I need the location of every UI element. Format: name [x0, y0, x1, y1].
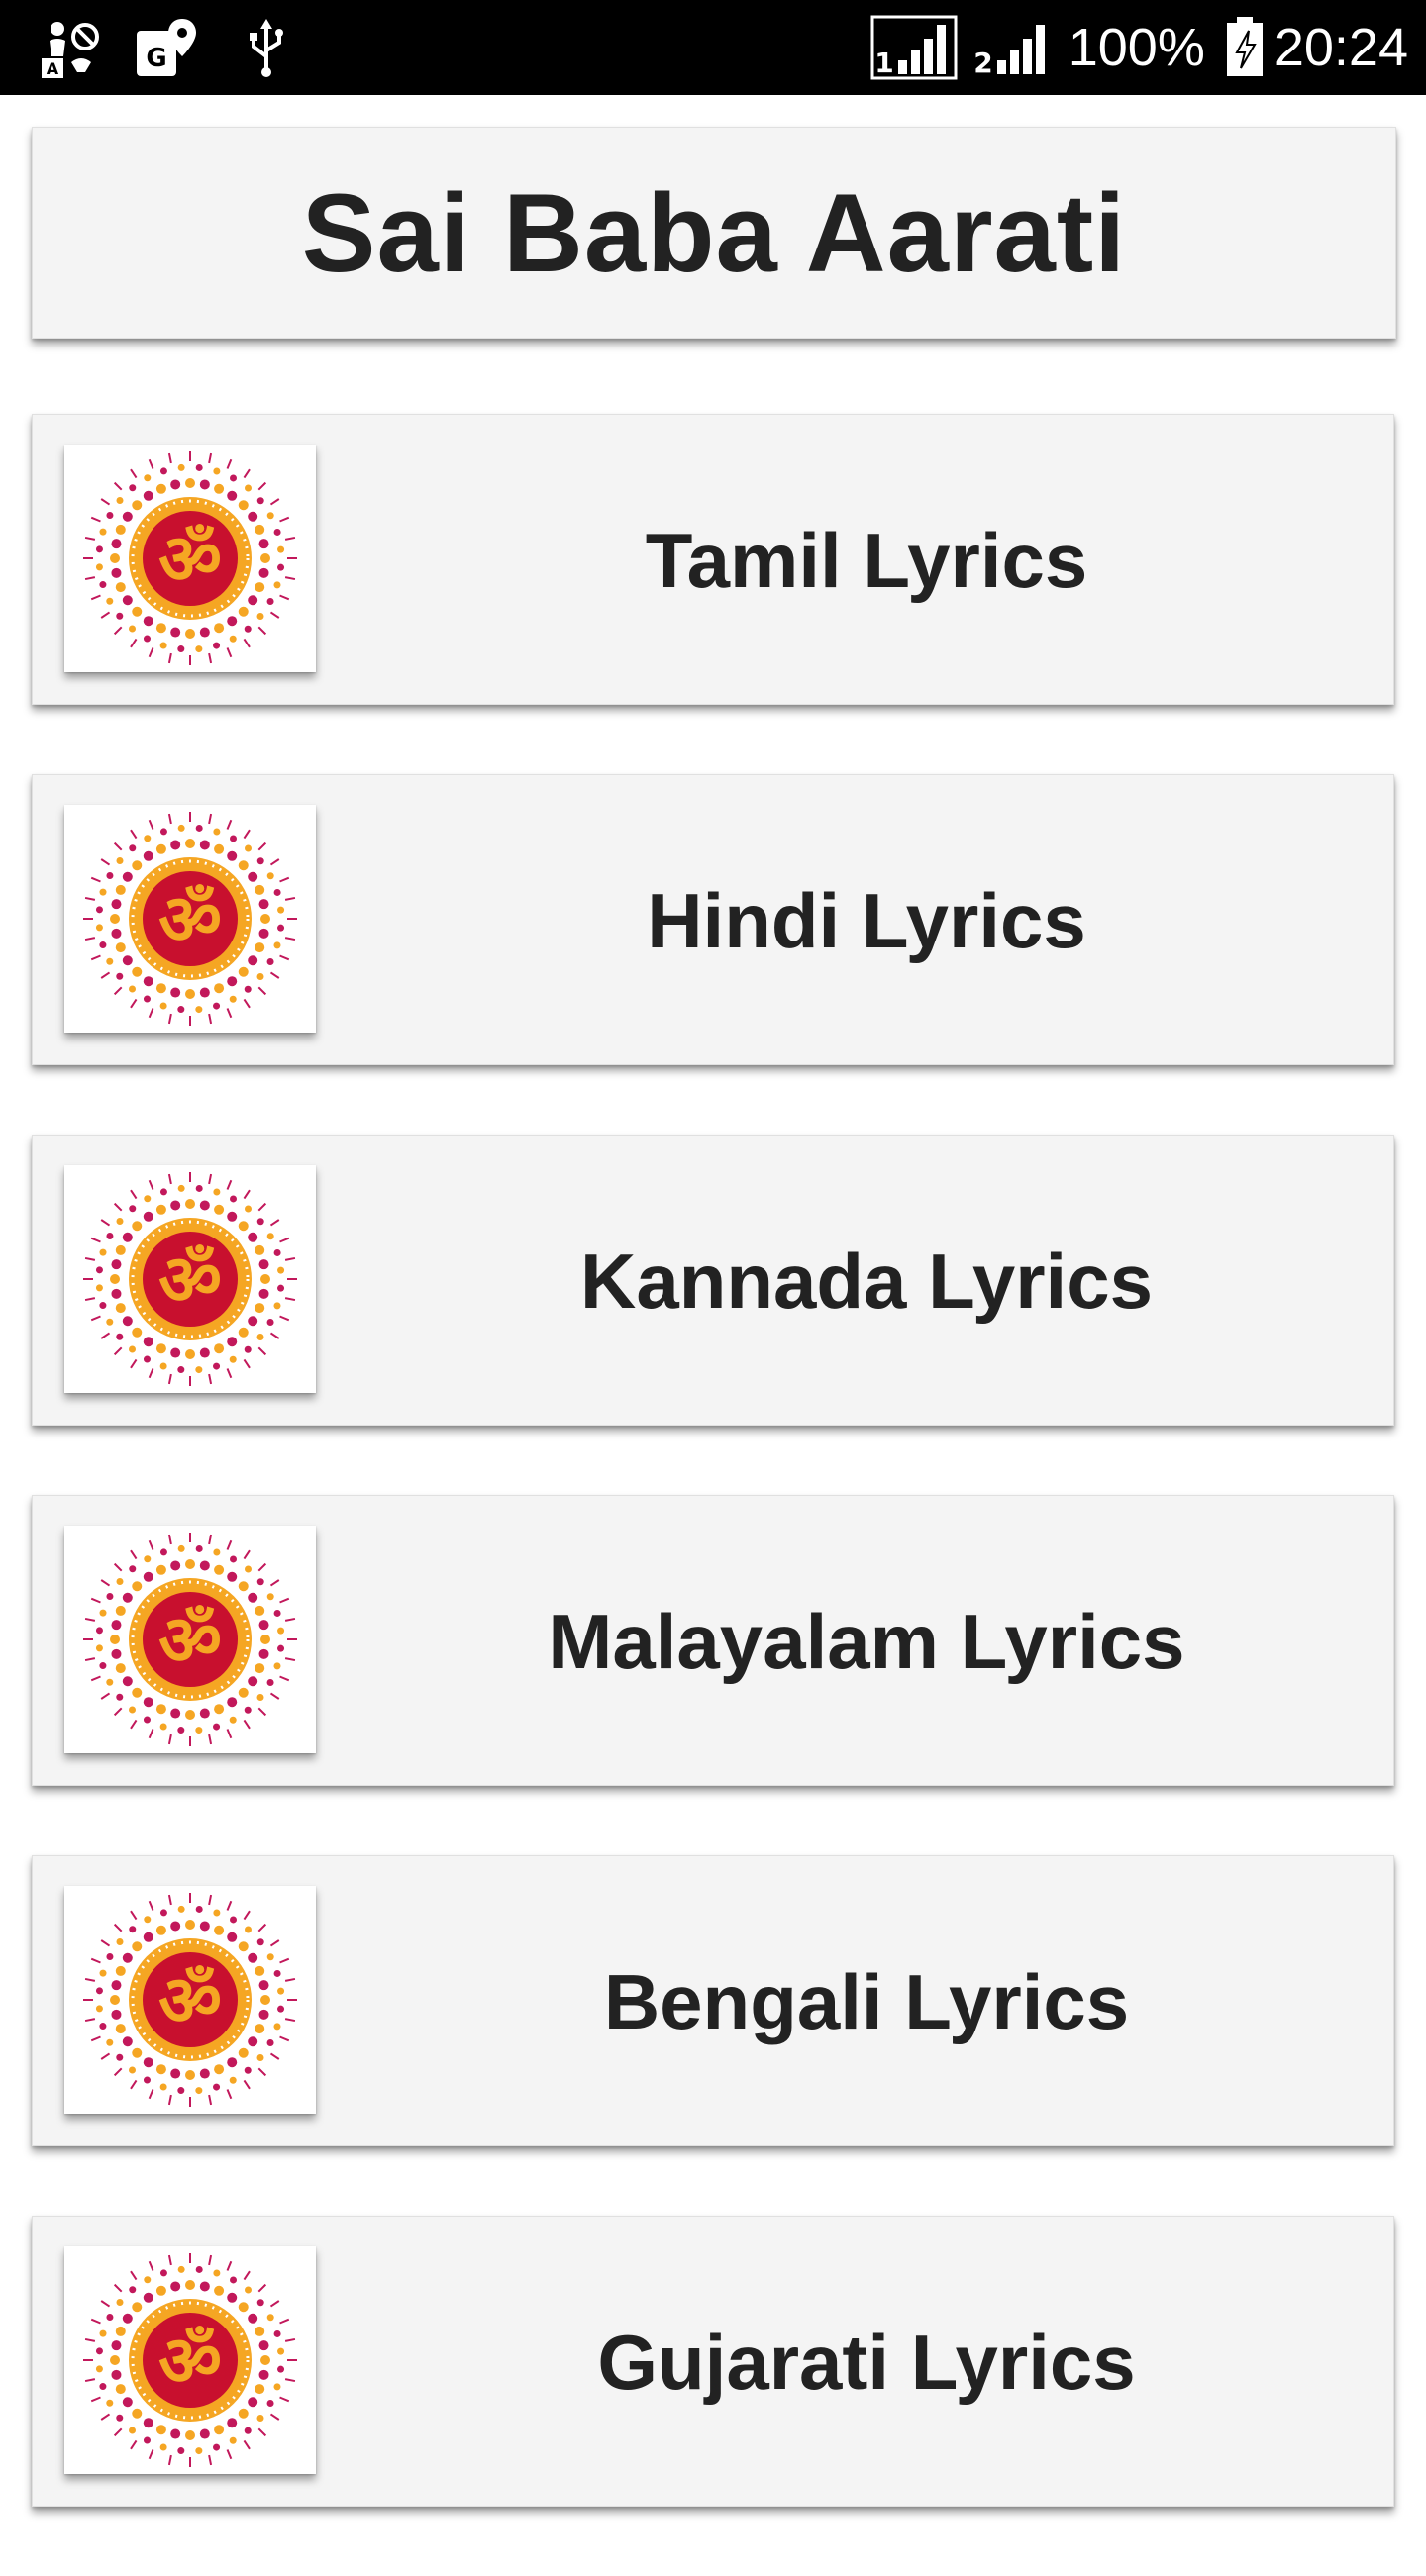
page-title: Sai Baba Aarati: [301, 170, 1127, 295]
svg-text:ॐ: ॐ: [158, 519, 222, 600]
clock: 20:24: [1273, 18, 1408, 77]
om-mandala-icon: ॐ: [64, 2246, 316, 2474]
om-mandala-icon: ॐ: [64, 1165, 316, 1393]
om-mandala-icon: ॐ: [64, 805, 316, 1033]
status-bar: A G 1 2 100% 20:24: [0, 0, 1426, 95]
list-item[interactable]: ॐ Gujarati Lyrics: [32, 2216, 1394, 2507]
svg-text:A: A: [47, 59, 59, 78]
usb-icon: [250, 19, 283, 77]
list-item-label: Tamil Lyrics: [645, 516, 1088, 604]
om-mandala-icon: ॐ: [83, 1172, 297, 1386]
svg-text:ॐ: ॐ: [158, 1600, 222, 1681]
list-item-label: Bengali Lyrics: [603, 1957, 1130, 2045]
svg-text:2: 2: [973, 47, 992, 79]
om-mandala-icon: ॐ: [83, 1893, 297, 2107]
list-item[interactable]: ॐ Bengali Lyrics: [32, 1855, 1394, 2146]
sim2-signal-icon: 2: [973, 25, 1045, 79]
om-mandala-icon: ॐ: [83, 451, 297, 665]
list-item[interactable]: ॐ Malayalam Lyrics: [32, 1495, 1394, 1786]
list-item[interactable]: ॐ Hindi Lyrics: [32, 774, 1394, 1065]
om-mandala-icon: ॐ: [64, 1526, 316, 1753]
om-mandala-icon: ॐ: [83, 1533, 297, 1746]
om-mandala-icon: ॐ: [83, 812, 297, 1026]
lyrics-list: ॐ Tamil Lyrics ॐ Hindi Lyrics ॐ Kannada …: [32, 414, 1394, 2576]
svg-text:ॐ: ॐ: [158, 2321, 222, 2402]
svg-text:ॐ: ॐ: [158, 1239, 222, 1321]
list-item[interactable]: ॐ Kannada Lyrics: [32, 1135, 1394, 1426]
list-item-label: Hindi Lyrics: [647, 876, 1086, 964]
list-item[interactable]: ॐ Tamil Lyrics: [32, 414, 1394, 705]
svg-text:ॐ: ॐ: [158, 879, 222, 960]
om-mandala-icon: ॐ: [83, 2253, 297, 2467]
list-item-label: Kannada Lyrics: [580, 1237, 1153, 1325]
title-card: Sai Baba Aarati: [32, 127, 1396, 339]
om-mandala-icon: ॐ: [64, 1886, 316, 2114]
accessibility-icon: A: [42, 22, 99, 78]
svg-text:1: 1: [874, 47, 893, 79]
svg-text:ॐ: ॐ: [158, 1960, 222, 2041]
om-mandala-icon: ॐ: [64, 445, 316, 672]
list-item-label: Gujarati Lyrics: [597, 2318, 1136, 2406]
list-item-label: Malayalam Lyrics: [548, 1597, 1185, 1685]
battery-percent: 100%: [1068, 18, 1205, 77]
svg-text:G: G: [146, 44, 166, 73]
sim1-signal-icon: 1: [870, 15, 958, 80]
battery-charging-icon: [1226, 17, 1263, 76]
gps-location-icon: G: [137, 19, 196, 76]
